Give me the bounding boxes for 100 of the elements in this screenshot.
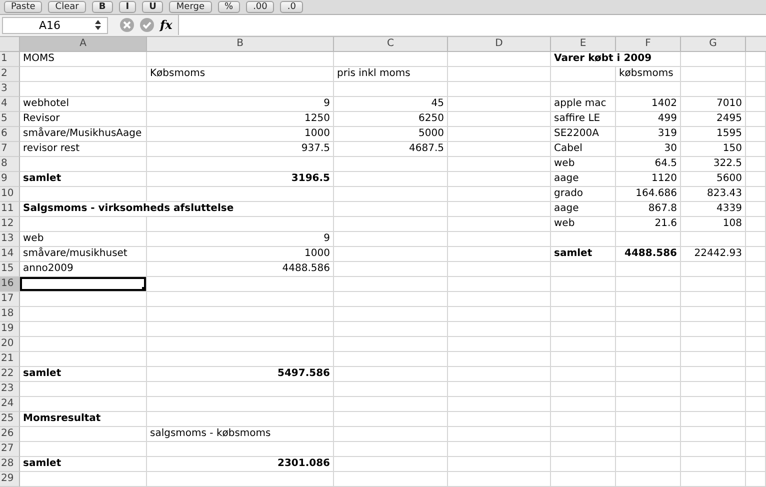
row-header[interactable]: 5	[0, 112, 20, 127]
table-cell	[616, 322, 681, 337]
table-cell: 823.43	[681, 187, 746, 202]
row-header[interactable]: 24	[0, 397, 20, 412]
table-cell: Købsmoms	[147, 67, 334, 82]
row-header[interactable]: 21	[0, 352, 20, 367]
table-cell: saffire LE	[551, 112, 616, 127]
row-header[interactable]: 25	[0, 412, 20, 427]
table-cell: aage	[551, 172, 616, 187]
cancel-icon[interactable]	[120, 18, 134, 32]
table-cell	[746, 307, 766, 322]
row-header[interactable]: 9	[0, 172, 20, 187]
table-cell	[551, 397, 616, 412]
row-header[interactable]: 2	[0, 67, 20, 82]
table-cell: 7010	[681, 97, 746, 112]
toolbar-button[interactable]: Paste	[4, 0, 42, 13]
row-header[interactable]: 11	[0, 202, 20, 217]
row-header[interactable]: 28	[0, 457, 20, 472]
row-header[interactable]: 18	[0, 307, 20, 322]
table-cell	[551, 457, 616, 472]
row-header[interactable]: 13	[0, 232, 20, 247]
table-cell: aage	[551, 202, 616, 217]
table-cell: samlet	[20, 457, 147, 472]
table-cell: 30	[616, 142, 681, 157]
row-header[interactable]: 3	[0, 82, 20, 97]
function-button[interactable]: fx	[160, 18, 172, 32]
confirm-icon[interactable]	[140, 18, 154, 32]
row-header[interactable]: 15	[0, 262, 20, 277]
row-header[interactable]: 26	[0, 427, 20, 442]
table-cell: 5497.586	[147, 367, 334, 382]
table-cell	[681, 457, 746, 472]
table-cell: samlet	[551, 247, 616, 262]
row-header[interactable]: 20	[0, 337, 20, 352]
row-header[interactable]: 17	[0, 292, 20, 307]
table-cell	[746, 367, 766, 382]
fill-handle[interactable]	[142, 287, 146, 291]
toolbar-button[interactable]: .00	[246, 0, 274, 13]
table-cell	[681, 427, 746, 442]
table-cell	[746, 352, 766, 367]
column-header[interactable]: E	[551, 37, 616, 52]
column-header[interactable]: D	[448, 37, 551, 52]
table-cell: 6250	[334, 112, 448, 127]
table-cell	[551, 232, 616, 247]
toolbar-button[interactable]: Clear	[48, 0, 86, 13]
table-cell: 319	[616, 127, 681, 142]
column-header[interactable]: F	[616, 37, 681, 52]
toolbar-button[interactable]: %	[218, 0, 240, 13]
table-cell	[746, 82, 766, 97]
toolbar-button[interactable]: U	[142, 0, 164, 13]
row-header[interactable]: 23	[0, 382, 20, 397]
table-cell	[616, 397, 681, 412]
stepper-icon[interactable]	[95, 20, 101, 30]
row-header[interactable]: 10	[0, 187, 20, 202]
table-cell: revisor rest	[20, 142, 147, 157]
table-cell: 64.5	[616, 157, 681, 172]
row-header[interactable]: 27	[0, 442, 20, 457]
table-cell: 22442.93	[681, 247, 746, 262]
table-cell	[746, 172, 766, 187]
row-header[interactable]: 1	[0, 52, 20, 67]
column-header[interactable]: B	[147, 37, 334, 52]
table-cell	[616, 457, 681, 472]
column-header[interactable]: C	[334, 37, 448, 52]
table-cell: 1402	[616, 97, 681, 112]
table-cell: 867.8	[616, 202, 681, 217]
row-header[interactable]: 4	[0, 97, 20, 112]
row-header[interactable]: 14	[0, 247, 20, 262]
table-cell: 150	[681, 142, 746, 157]
toolbar-button[interactable]: .0	[280, 0, 303, 13]
row-header[interactable]: 19	[0, 322, 20, 337]
table-cell	[551, 337, 616, 352]
row-header[interactable]: 7	[0, 142, 20, 157]
table-cell: 108	[681, 217, 746, 232]
table-cell: webhotel	[20, 97, 147, 112]
table-cell	[551, 292, 616, 307]
formula-field[interactable]	[178, 15, 766, 36]
toolbar-button[interactable]: Merge	[169, 0, 212, 13]
toolbar-button[interactable]: B	[92, 0, 113, 13]
row-header[interactable]: 12	[0, 217, 20, 232]
column-header[interactable]: G	[681, 37, 746, 52]
table-cell: 5000	[334, 127, 448, 142]
toolbar-button[interactable]: I	[118, 0, 136, 13]
table-cell	[681, 322, 746, 337]
select-all-corner[interactable]	[0, 37, 20, 52]
table-cell	[616, 382, 681, 397]
table-cell	[746, 52, 766, 67]
row-header[interactable]: 22	[0, 367, 20, 382]
table-cell: 4488.586	[147, 262, 334, 277]
table-cell: 499	[616, 112, 681, 127]
table-cell	[746, 112, 766, 127]
table-cell: SE2200A	[551, 127, 616, 142]
row-header[interactable]: 8	[0, 157, 20, 172]
name-box[interactable]: A16	[2, 16, 108, 34]
row-header[interactable]: 16	[0, 277, 20, 292]
table-cell: grado	[551, 187, 616, 202]
table-cell	[551, 412, 616, 427]
active-cell[interactable]	[20, 277, 147, 292]
row-header[interactable]: 6	[0, 127, 20, 142]
table-cell	[551, 67, 616, 82]
row-header[interactable]: 29	[0, 472, 20, 487]
column-header[interactable]: A	[20, 37, 147, 52]
